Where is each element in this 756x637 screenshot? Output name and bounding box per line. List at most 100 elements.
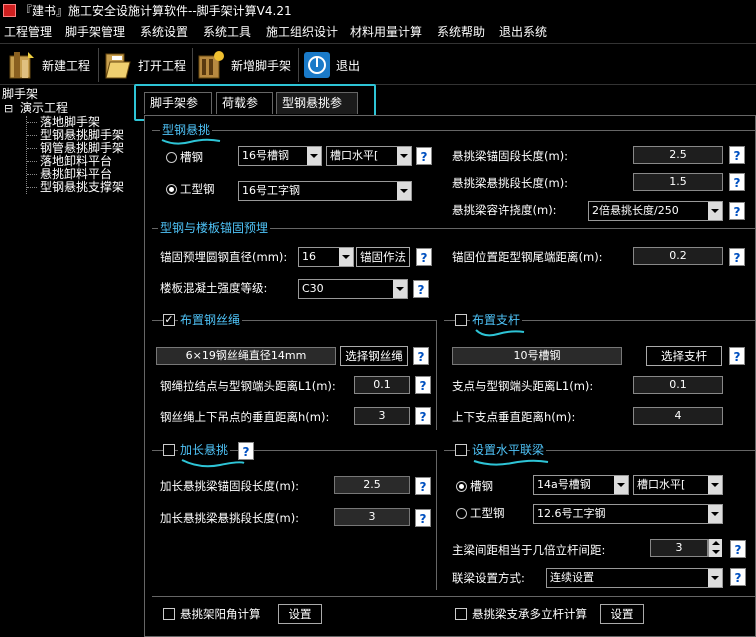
help-button[interactable]: ? (729, 173, 745, 191)
open-project-button[interactable]: 打开工程 (104, 48, 186, 82)
help-button[interactable]: ? (730, 568, 746, 586)
select-strut-button[interactable]: 选择支杆 (646, 346, 722, 366)
beam-orient-select[interactable]: 槽口水平[ (633, 475, 723, 495)
beam-ibeam-value: 12.6号工字钢 (537, 507, 606, 520)
strut-h-input[interactable]: 4 (633, 407, 723, 425)
strut-checkbox[interactable] (455, 314, 467, 326)
help-button[interactable]: ? (729, 146, 745, 164)
annotation-underline (181, 459, 245, 468)
horizontal-beam-checkbox[interactable] (455, 444, 467, 456)
open-project-label: 打开工程 (138, 58, 187, 73)
rope-l1-label: 钢绳拉结点与型钢端头距离L1(m): (160, 379, 336, 393)
cantilever-length-input[interactable]: 1.5 (633, 173, 723, 191)
multi-pole-checkbox[interactable] (455, 608, 467, 620)
extend-cantilever-checkbox[interactable] (163, 444, 175, 456)
i-beam-value: 16号工字钢 (242, 184, 300, 197)
beam-mode-label: 联梁设置方式: (452, 571, 525, 585)
help-button[interactable]: ? (413, 347, 429, 365)
tree-connector (27, 161, 37, 162)
anchor-distance-label: 锚固位置距型钢尾端距离(m): (452, 250, 603, 264)
title-bar: 『建书』施工安全设施计算软件--脚手架计算V4.21 (0, 0, 756, 22)
menu-scaffold[interactable]: 脚手架管理 (65, 24, 125, 40)
annotation-underline (473, 459, 549, 466)
anchor-diameter-value: 16 (302, 250, 316, 263)
menu-exit[interactable]: 退出系统 (499, 24, 547, 40)
strut-h-label: 上下支点垂直距离h(m): (452, 410, 576, 424)
deflection-select[interactable]: 2倍悬挑长度/250 (588, 201, 723, 221)
help-button[interactable]: ? (729, 347, 745, 365)
beam-mode-select[interactable]: 连续设置 (546, 568, 723, 588)
concrete-grade-select[interactable]: C30 (298, 279, 408, 299)
menu-tools[interactable]: 系统工具 (203, 24, 251, 40)
help-button[interactable]: ? (415, 407, 431, 425)
multi-pole-label: 悬挑梁支承多立杆计算 (472, 607, 587, 621)
new-project-button[interactable]: 新建工程 (8, 48, 90, 82)
extend-cant-input[interactable]: 3 (334, 508, 410, 526)
help-button[interactable]: ? (730, 540, 746, 558)
menu-project[interactable]: 工程管理 (4, 24, 52, 40)
select-wire-rope-button[interactable]: 选择钢丝绳 (340, 346, 408, 366)
beam-channel-select[interactable]: 14a号槽钢 (533, 475, 629, 495)
anchor-length-input[interactable]: 2.5 (633, 146, 723, 164)
anchor-diameter-select[interactable]: 16 (298, 247, 354, 267)
beam-ibeam-label: 工型钢 (470, 506, 505, 520)
chevron-down-icon (708, 505, 722, 523)
cantilever-length-label: 悬挑梁悬挑段长度(m): (452, 176, 569, 190)
help-button[interactable]: ? (415, 509, 431, 527)
menu-settings[interactable]: 系统设置 (140, 24, 188, 40)
help-button[interactable]: ? (415, 477, 431, 495)
i-beam-select[interactable]: 16号工字钢 (238, 181, 412, 201)
channel-orient-select[interactable]: 槽口水平[ (326, 146, 412, 166)
annotation-underline (475, 329, 525, 337)
anchor-distance-input[interactable]: 0.2 (633, 247, 723, 265)
multi-pole-settings-button[interactable]: 设置 (600, 604, 644, 624)
tree-item[interactable]: 型钢悬挑支撑架 (40, 181, 124, 194)
corner-calc-checkbox[interactable] (163, 608, 175, 620)
channel-steel-radio[interactable] (166, 152, 177, 163)
beam-ibeam-radio[interactable] (456, 508, 467, 519)
tree-connector (27, 187, 37, 188)
help-button[interactable]: ? (415, 376, 431, 394)
beam-channel-radio[interactable] (456, 481, 467, 492)
rope-h-label: 钢丝绳上下吊点的垂直距离h(m): (160, 410, 330, 424)
chevron-down-icon (397, 147, 411, 165)
wire-rope-checkbox[interactable]: ✓ (163, 314, 175, 326)
tree-root[interactable]: 脚手架 (2, 88, 38, 101)
corner-settings-button[interactable]: 设置 (278, 604, 322, 624)
exit-button[interactable]: 退出 (304, 48, 360, 82)
group-border (152, 596, 756, 597)
wire-rope-field: 6×19钢丝绳直径14mm (156, 347, 336, 365)
i-beam-radio[interactable] (166, 184, 177, 195)
extend-anchor-label: 加长悬挑梁锚固段长度(m): (160, 479, 300, 493)
add-scaffold-icon (197, 50, 225, 80)
help-button[interactable]: ? (416, 147, 432, 165)
menu-bar: 工程管理 脚手架管理 系统设置 系统工具 施工组织设计 材料用量计算 系统帮助 … (0, 22, 756, 42)
window-title: 『建书』施工安全设施计算软件--脚手架计算V4.21 (20, 4, 292, 18)
strut-l1-input[interactable]: 0.1 (633, 376, 723, 394)
rope-h-input[interactable]: 3 (354, 407, 410, 425)
rope-l1-input[interactable]: 0.1 (354, 376, 410, 394)
tree-expander-icon[interactable]: ⊟ (4, 102, 13, 115)
spinner-arrows-icon[interactable] (708, 539, 722, 557)
extend-anchor-input[interactable]: 2.5 (334, 476, 410, 494)
new-project-label: 新建工程 (42, 58, 91, 73)
add-scaffold-button[interactable]: 新增脚手架 (197, 48, 291, 82)
corner-calc-label: 悬挑架阳角计算 (180, 607, 261, 621)
toolbar-separator (192, 48, 193, 82)
channel-steel-select[interactable]: 16号槽钢 (238, 146, 322, 166)
menu-materials[interactable]: 材料用量计算 (350, 24, 422, 40)
menu-help[interactable]: 系统帮助 (437, 24, 485, 40)
help-button[interactable]: ? (729, 202, 745, 220)
help-button[interactable]: ? (729, 248, 745, 266)
section-horizontal-beam-title: 设置水平联梁 (470, 442, 547, 458)
chevron-down-icon (708, 569, 722, 587)
help-button[interactable]: ? (416, 248, 432, 266)
anchor-length-label: 悬挑梁锚固段长度(m): (452, 149, 569, 163)
annotation-underline (161, 138, 221, 145)
help-button[interactable]: ? (413, 280, 429, 298)
anchor-method-button[interactable]: 锚固作法 (356, 247, 410, 267)
beam-ibeam-select[interactable]: 12.6号工字钢 (533, 504, 723, 524)
menu-organization[interactable]: 施工组织设计 (266, 24, 338, 40)
tree-project[interactable]: 演示工程 (20, 102, 68, 115)
beam-spacing-input[interactable]: 3 (650, 539, 708, 557)
